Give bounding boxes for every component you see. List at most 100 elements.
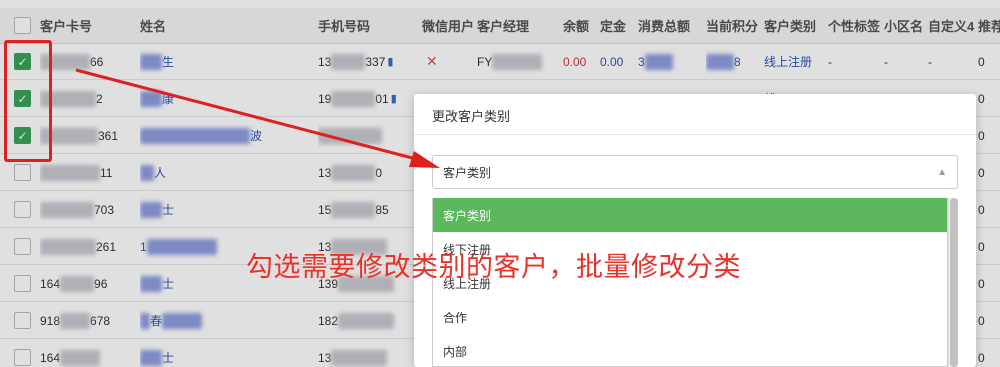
phone-end: 337 — [365, 54, 386, 69]
row-select-cell[interactable] — [14, 340, 38, 367]
caret-up-icon[interactable]: ▲ — [937, 167, 947, 178]
header-deposit[interactable]: 定金 — [600, 8, 636, 43]
phone-number — [318, 118, 416, 153]
referrer: 0 — [978, 54, 985, 69]
customer-name-end[interactable]: 春 — [150, 312, 162, 329]
customer-name[interactable]: 康 — [140, 81, 310, 116]
customer-name[interactable]: 士 — [140, 340, 310, 367]
referrer: 0 — [978, 239, 985, 254]
card-number-end: 96 — [94, 276, 108, 291]
row-checkbox[interactable] — [14, 312, 31, 329]
manager: FY — [477, 44, 557, 79]
blurred-text — [331, 201, 376, 218]
points-end: 8 — [734, 54, 741, 69]
card-number: 66 — [40, 44, 130, 79]
customer-name-end[interactable]: 波 — [250, 127, 262, 144]
card-number: 361 — [40, 118, 130, 153]
header-custom4[interactable]: 自定义4 — [928, 8, 976, 43]
card-number-end: 66 — [90, 54, 104, 69]
annotation-text: 勾选需要修改类别的客户，批量修改分类 — [246, 252, 741, 283]
customer-name-end[interactable]: 士 — [162, 201, 174, 218]
customer-name[interactable]: 生 — [140, 44, 310, 79]
phone-end: 85 — [375, 202, 389, 217]
phone-icon[interactable]: ▮ — [387, 55, 393, 68]
customer-name-end[interactable]: 士 — [162, 275, 174, 292]
select-all-cell[interactable] — [14, 8, 38, 43]
card-number: 164 96 — [40, 266, 130, 301]
header-type[interactable]: 客户类别 — [764, 8, 826, 43]
header-area[interactable]: 小区名 — [884, 8, 926, 43]
blurred-text — [644, 53, 673, 70]
blurred-text — [40, 201, 94, 218]
customer-name-end[interactable]: 人 — [154, 164, 166, 181]
header-points[interactable]: 当前积分 — [706, 8, 764, 43]
phone-number: 182 — [318, 303, 416, 338]
row-checkbox[interactable] — [14, 164, 31, 181]
customer-name-end[interactable]: 生 — [162, 53, 174, 70]
header-balance[interactable]: 余额 — [563, 8, 599, 43]
blurred-text — [60, 349, 101, 366]
header-total[interactable]: 消费总额 — [638, 8, 706, 43]
card-number-end: 11 — [100, 165, 113, 180]
header-wechat[interactable]: 微信用户 — [422, 8, 474, 43]
phone-prefix: 19 — [318, 91, 332, 106]
customer-name[interactable]: 春 — [140, 303, 310, 338]
phone-end: 0 — [375, 165, 383, 180]
blurred-text — [140, 90, 162, 107]
table-row[interactable]: ✓ 66 生 13 337 ▮ ✕ FY 0.00 0.00 3 8 线上注册 - … — [0, 44, 1000, 80]
card-number-prefix: 918 — [40, 313, 61, 328]
row-checkbox[interactable] — [14, 275, 31, 292]
card-number-end: 361 — [98, 128, 119, 143]
row-checkbox[interactable] — [14, 238, 31, 255]
referrer: 0 — [978, 350, 985, 365]
header-name[interactable]: 姓名 — [140, 8, 310, 43]
select-all-checkbox[interactable] — [14, 17, 31, 34]
phone-prefix: 15 — [318, 202, 332, 217]
customer-type-select[interactable]: 客户类别 ▲ — [432, 155, 958, 189]
header-card[interactable]: 客户卡号 — [40, 8, 130, 43]
row-select-cell[interactable] — [14, 303, 38, 338]
customer-name-end[interactable]: 1 — [140, 240, 147, 254]
customer-name-end[interactable]: 士 — [162, 349, 174, 366]
card-number-end: 261 — [96, 239, 117, 254]
row-select-cell[interactable] — [14, 229, 38, 264]
blurred-text — [331, 349, 388, 366]
card-number: 164 — [40, 340, 130, 367]
header-phone[interactable]: 手机号码 — [318, 8, 416, 43]
option-partner[interactable]: 合作 — [433, 300, 947, 334]
customer-name-end[interactable]: 康 — [162, 90, 174, 107]
blurred-text — [140, 53, 162, 70]
header-tag[interactable]: 个性标签 — [828, 8, 880, 43]
header-referrer[interactable]: 推荐 — [978, 8, 1000, 43]
phone-prefix: 13 — [318, 54, 332, 69]
referrer: 0 — [978, 165, 985, 180]
row-checkbox[interactable] — [14, 349, 31, 366]
customer-name[interactable]: 人 — [140, 155, 310, 190]
card-number: 11 — [40, 155, 130, 190]
blurred-text — [318, 127, 382, 144]
row-checkbox[interactable] — [14, 201, 31, 218]
card-number-prefix: 164 — [40, 276, 61, 291]
phone-number: 13 337 ▮ — [318, 44, 416, 79]
blurred-text — [162, 312, 203, 329]
row-select-cell[interactable] — [14, 266, 38, 301]
row-select-cell[interactable] — [14, 192, 38, 227]
blurred-text — [140, 312, 150, 329]
card-number: 703 — [40, 192, 130, 227]
customer-name[interactable]: 波 — [140, 118, 310, 153]
customer-name[interactable]: 士 — [140, 192, 310, 227]
blurred-text — [331, 90, 376, 107]
option-internal[interactable]: 内部 — [433, 334, 947, 366]
phone-icon[interactable]: ▮ — [391, 92, 397, 105]
customer-type[interactable]: 线上注册 — [764, 44, 826, 79]
scroll-thumb[interactable] — [950, 198, 958, 367]
option-customer-type[interactable]: 客户类别 — [433, 198, 947, 232]
blurred-text — [140, 349, 162, 366]
options-scrollbar[interactable] — [948, 198, 958, 367]
card-number-end: 703 — [94, 202, 115, 217]
header-manager[interactable]: 客户经理 — [477, 8, 557, 43]
modal-title: 更改客户类别 — [432, 109, 511, 124]
card-number: 261 — [40, 229, 130, 264]
tag: - — [828, 54, 832, 69]
card-number-prefix: 164 — [40, 350, 61, 365]
